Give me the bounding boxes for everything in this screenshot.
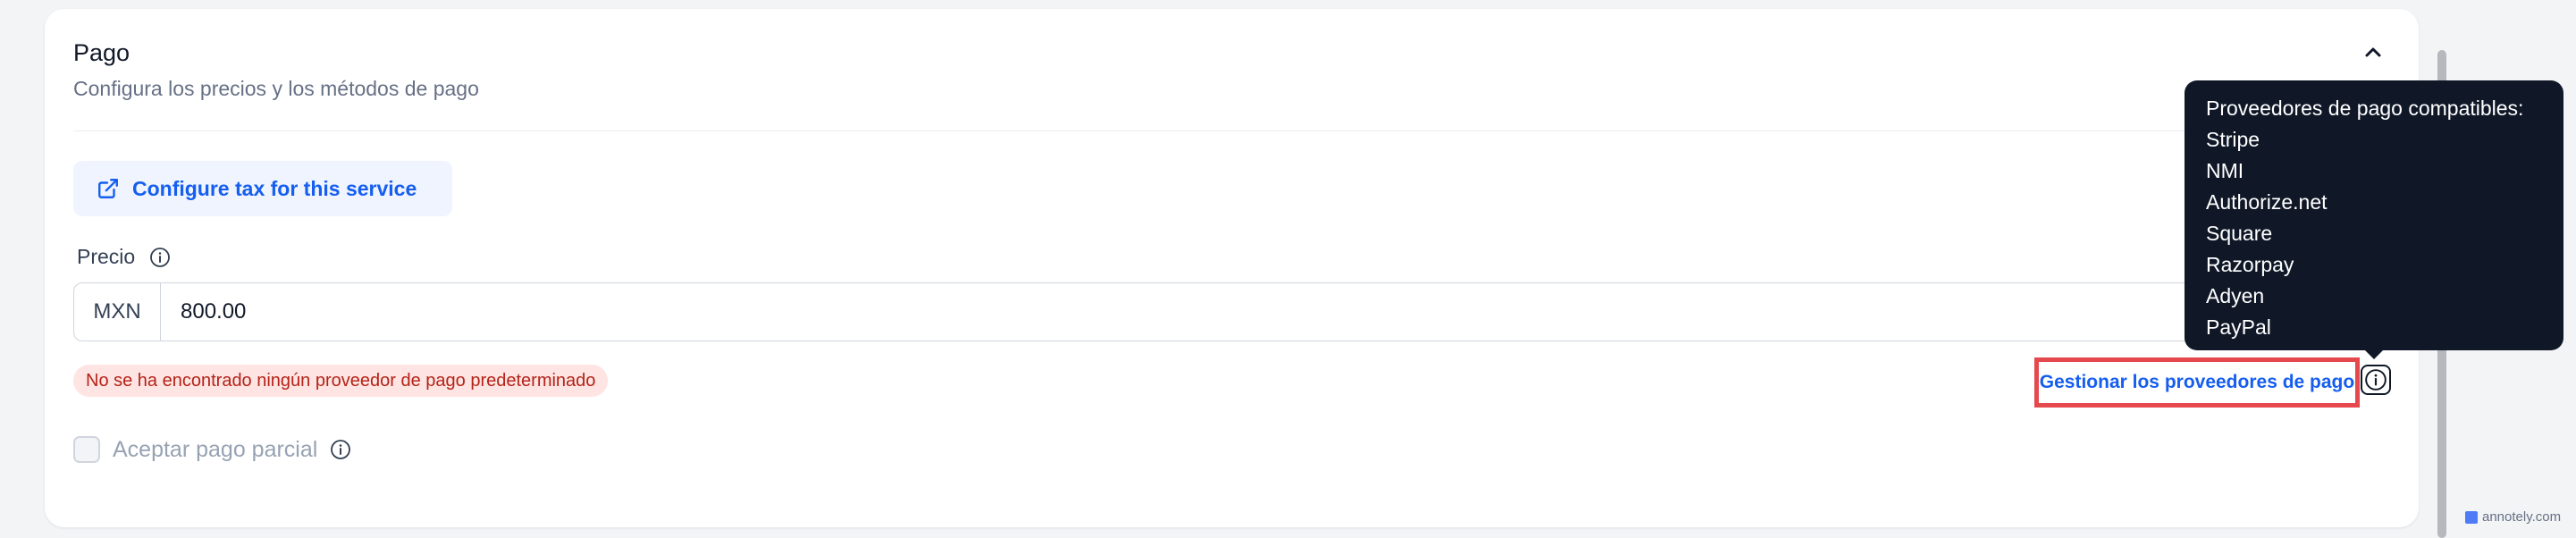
configure-tax-button[interactable]: Configure tax for this service [73,161,452,216]
tooltip-provider: Razorpay [2206,253,2294,276]
partial-payment-label: Aceptar pago parcial [113,436,318,462]
configure-tax-label: Configure tax for this service [132,176,417,200]
tooltip-provider: PayPal [2206,315,2271,339]
tooltip-title: Proveedores de pago compatibles: [2206,97,2524,120]
info-icon[interactable] [149,247,171,268]
info-icon [2365,369,2387,391]
providers-tooltip: Proveedores de pago compatibles: Stripe … [2185,80,2563,350]
watermark: annotely.com [2465,509,2561,525]
chevron-up-icon[interactable] [2360,41,2387,63]
tooltip-provider: NMI [2206,159,2244,182]
tooltip-provider: Adyen [2206,284,2265,307]
currency-addon: MXN [74,283,161,340]
price-input-group[interactable]: MXN 800.00 [73,282,2390,341]
section-title: Pago [73,39,130,66]
no-provider-error-badge: No se ha encontrado ningún proveedor de … [73,365,609,397]
price-label: Precio [77,245,136,268]
price-input[interactable]: 800.00 [161,283,2389,340]
price-label-row: Precio [77,245,171,269]
providers-info-button[interactable] [2361,365,2391,395]
tooltip-provider: Authorize.net [2206,190,2328,214]
manage-providers-highlight: Gestionar los proveedores de pago [2034,357,2360,408]
tooltip-provider: Square [2206,222,2273,245]
section-divider [73,130,2390,131]
tooltip-arrow [2363,349,2385,359]
tooltip-provider: Stripe [2206,128,2260,151]
manage-providers-link[interactable]: Gestionar los proveedores de pago [2040,372,2354,393]
partial-payment-row: Aceptar pago parcial [73,436,351,463]
watermark-text: annotely.com [2482,509,2562,525]
external-link-icon [98,179,118,198]
partial-payment-checkbox[interactable] [73,436,100,463]
info-icon[interactable] [330,439,351,460]
annotely-logo-icon [2465,510,2478,524]
section-subtitle: Configura los precios y los métodos de p… [73,77,479,100]
